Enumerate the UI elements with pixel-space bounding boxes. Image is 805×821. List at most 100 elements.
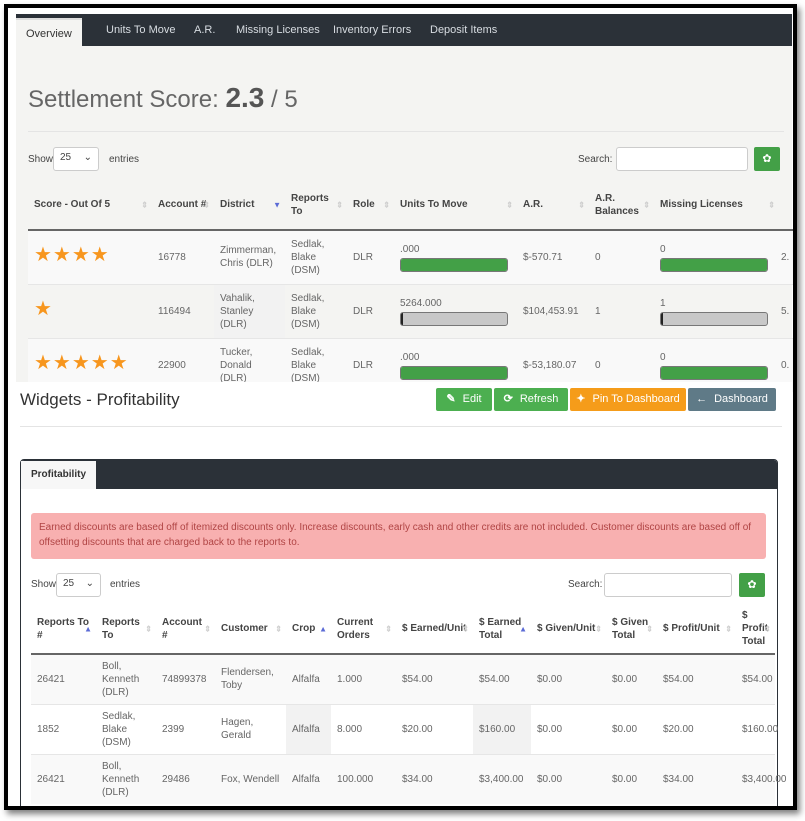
missing-value: 1 bbox=[660, 297, 666, 309]
sort-asc-icon: ▲ bbox=[84, 624, 92, 633]
table-row[interactable]: 1852 Sedlak, Blake (DSM) 2399 Hagen, Gerald… bbox=[31, 703, 778, 754]
table-cell: Sedlak, Blake (DSM) bbox=[96, 703, 156, 754]
table-cell: 26421 bbox=[31, 753, 96, 804]
entries-select[interactable]: 25 ⌄ bbox=[56, 573, 101, 597]
column-header[interactable]: Reports To ⇕ bbox=[285, 180, 347, 231]
settlement-score: Settlement Score: 2.3 / 5 bbox=[28, 82, 298, 114]
button-label: Pin To Dashboard bbox=[592, 393, 680, 405]
score-max: / 5 bbox=[271, 86, 298, 113]
progress-bar bbox=[660, 365, 768, 380]
tab-inventory-errors[interactable]: Inventory Errors bbox=[333, 14, 411, 46]
column-header[interactable]: Role ⇕ bbox=[347, 180, 394, 231]
star-icon: ★★★★ bbox=[34, 244, 110, 267]
district-cell: Zimmerman, Chris (DLR) bbox=[214, 229, 285, 284]
sort-asc-icon: ▲ bbox=[519, 624, 527, 633]
entries-value: 25 bbox=[60, 152, 72, 163]
column-header[interactable]: $ Profit/Unit ⇕ bbox=[657, 604, 736, 655]
column-header[interactable]: $ Profit Total ⇕ bbox=[736, 604, 775, 655]
units-value: .000 bbox=[400, 351, 420, 363]
column-header[interactable]: A.R. Balances ⇕ bbox=[589, 180, 654, 231]
progress-bar bbox=[400, 257, 508, 272]
column-label: A.R. bbox=[523, 199, 543, 210]
score-table: Score - Out Of 5 ⇕ Account # ⇕ District ▼ Repo… bbox=[28, 180, 793, 392]
table-cell: 26421 bbox=[31, 653, 96, 704]
column-header[interactable]: Reports To # ▲ bbox=[31, 604, 96, 655]
column-header[interactable]: Customer ⇕ bbox=[215, 604, 286, 655]
show-label: Show bbox=[28, 154, 54, 165]
column-header[interactable]: District ▼ bbox=[214, 180, 285, 231]
column-header[interactable]: Reports To ⇕ bbox=[96, 604, 156, 655]
sort-icon: ⇕ bbox=[768, 200, 775, 209]
column-header[interactable]: $ Earned/Unit ⇕ bbox=[396, 604, 473, 655]
progress-fill bbox=[661, 366, 767, 379]
column-label: Account # bbox=[162, 616, 202, 641]
sort-icon: ⇕ bbox=[145, 624, 152, 633]
progress-fill bbox=[661, 312, 664, 325]
table-cell: 74899378 bbox=[156, 653, 215, 704]
column-header[interactable]: Crop ▲ bbox=[286, 604, 331, 655]
table-cell: $54.00 bbox=[736, 653, 775, 704]
column-header[interactable]: Missing Licenses ⇕ bbox=[654, 180, 779, 231]
panel-tab-bar bbox=[21, 460, 777, 489]
dashboard-button[interactable]: ← Dashboard bbox=[688, 388, 776, 411]
search-input[interactable] bbox=[604, 573, 732, 597]
table-cell: Fox, Wendell bbox=[215, 753, 286, 804]
entries-value: 25 bbox=[63, 578, 75, 589]
tab-units-to-move[interactable]: Units To Move bbox=[106, 14, 176, 46]
pin-to-dashboard-button[interactable]: ✦ Pin To Dashboard bbox=[570, 388, 686, 411]
tab-deposit-items[interactable]: Deposit Items bbox=[430, 14, 497, 46]
column-header[interactable]: $ Earned Total ▲ bbox=[473, 604, 531, 655]
sort-icon: ⇕ bbox=[385, 624, 392, 633]
overview-panel: Overview Units To Move A.R. Missing License… bbox=[16, 14, 793, 392]
table-row[interactable]: 26421 Boll, Kenneth (DLR) 29486 Fox, Wendel… bbox=[31, 753, 787, 804]
tab-profitability[interactable]: Profitability bbox=[21, 461, 97, 489]
column-label: Account # bbox=[158, 199, 207, 210]
table-cell: $20.00 bbox=[657, 703, 736, 754]
profitability-table: Reports To # ▲ Reports To ⇕ Account # ⇕ Custom… bbox=[31, 604, 787, 804]
column-header[interactable]: A.R. ⇕ bbox=[517, 180, 589, 231]
progress-fill bbox=[401, 258, 507, 271]
gear-icon[interactable]: ✿ bbox=[754, 147, 780, 171]
search-input[interactable] bbox=[616, 147, 748, 171]
column-label: Reports To bbox=[291, 192, 329, 217]
button-label: Dashboard bbox=[714, 393, 768, 405]
column-label: $ Earned/Unit bbox=[402, 623, 467, 634]
profitability-panel: Profitability Earned discounts are based… bbox=[20, 459, 787, 806]
units-value: .000 bbox=[400, 243, 420, 255]
edit-button[interactable]: ✎ Edit bbox=[436, 388, 492, 411]
table-row[interactable]: ★★★★ 16778 Zimmerman, Chris (DLR) Sedlak… bbox=[28, 229, 793, 284]
table-cell: Boll, Kenneth (DLR) bbox=[96, 753, 156, 804]
sort-icon: ⇕ bbox=[462, 624, 469, 633]
progress-fill bbox=[401, 366, 507, 379]
column-header[interactable]: $ Given Total ⇕ bbox=[606, 604, 657, 655]
column-header[interactable]: Current Orders ⇕ bbox=[331, 604, 396, 655]
refresh-button[interactable]: ⟳ Refresh bbox=[494, 388, 568, 411]
column-header[interactable]: Units To Move ⇕ bbox=[394, 180, 517, 231]
tab-missing-licenses[interactable]: Missing Licenses bbox=[236, 14, 320, 46]
table-cell: $54.00 bbox=[396, 653, 473, 704]
gear-icon[interactable]: ✿ bbox=[739, 573, 765, 597]
reports-to-cell: Sedlak, Blake (DSM) bbox=[285, 229, 347, 284]
column-header[interactable]: Score - Out Of 5 ⇕ bbox=[28, 180, 152, 231]
column-label: Crop bbox=[292, 623, 316, 634]
table-cell: $34.00 bbox=[657, 753, 736, 804]
table-cell: $3,400.00 bbox=[736, 753, 787, 804]
table-cell: $20.00 bbox=[396, 703, 473, 754]
progress-fill bbox=[661, 258, 767, 271]
tab-overview[interactable]: Overview bbox=[16, 18, 82, 46]
sort-icon: ⇕ bbox=[643, 200, 650, 209]
entries-select[interactable]: 25 ⌄ bbox=[53, 147, 99, 171]
sort-icon: ⇕ bbox=[578, 200, 585, 209]
sort-icon: ⇕ bbox=[764, 624, 771, 633]
tab-a-r-[interactable]: A.R. bbox=[194, 14, 215, 46]
table-cell: $54.00 bbox=[657, 653, 736, 704]
score-label: Settlement Score: bbox=[28, 86, 219, 113]
table-row[interactable]: 26421 Boll, Kenneth (DLR) 74899378 Flenders… bbox=[31, 653, 775, 704]
table-row[interactable]: ★ 116494 Vahalik, Stanley (DLR) Sedlak, … bbox=[28, 283, 793, 338]
divider bbox=[28, 131, 784, 132]
column-header[interactable]: Account # ⇕ bbox=[152, 180, 214, 231]
column-header[interactable]: $ Given/Unit ⇕ bbox=[531, 604, 606, 655]
column-header[interactable]: Account # ⇕ bbox=[156, 604, 215, 655]
sort-icon: ⇕ bbox=[141, 200, 148, 209]
search-label: Search: bbox=[568, 579, 603, 590]
